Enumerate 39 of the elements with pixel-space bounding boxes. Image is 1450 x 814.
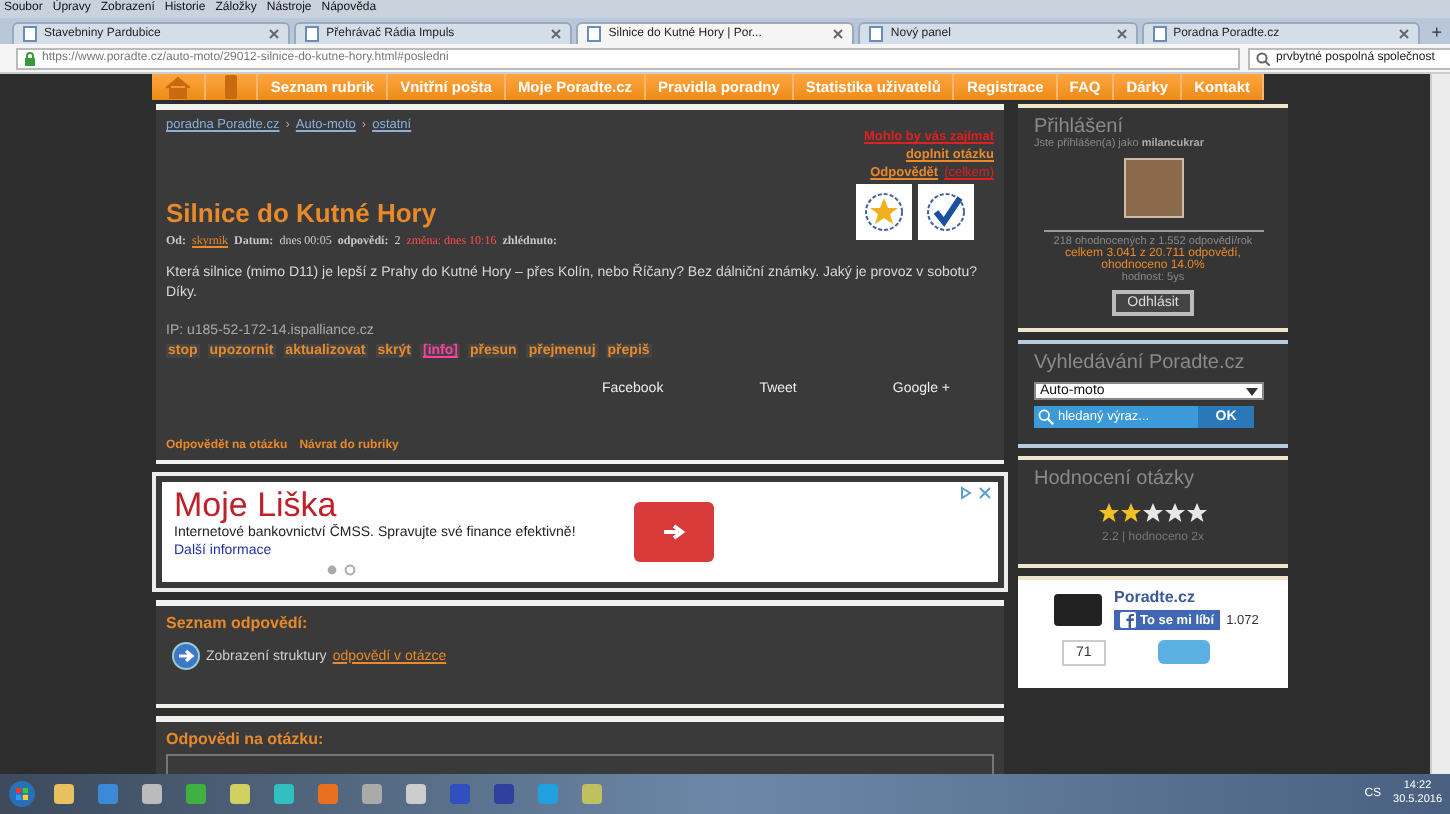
avatar-placeholder (1123, 158, 1183, 218)
phone-icon (224, 74, 239, 100)
arrow-right-icon (662, 522, 686, 542)
close-icon (1397, 28, 1410, 40)
search-icon (1256, 51, 1270, 65)
share-button[interactable] (1157, 640, 1210, 664)
lock-icon (24, 51, 36, 65)
panel-heading: Vyhledávání Poradte.cz (1034, 352, 1245, 374)
checkmark-icon (924, 190, 968, 234)
pager-dots-icon (326, 564, 358, 576)
page-name-link[interactable]: Poradte.cz (1114, 588, 1259, 606)
new-tab-button[interactable]: + (1423, 22, 1450, 44)
watch-button[interactable] (918, 184, 974, 240)
ad-choices-icon (960, 486, 992, 500)
close-icon (268, 28, 281, 40)
ad-title: Moje Liška (174, 488, 337, 524)
ad-arrow-button[interactable] (634, 502, 714, 562)
scrollbar[interactable] (1430, 74, 1450, 774)
star-icon (1186, 502, 1208, 524)
panel-heading: Přihlášení (1034, 116, 1123, 138)
star-icon (1098, 502, 1120, 524)
star-icon (1120, 502, 1142, 524)
house-icon (163, 75, 192, 99)
search-icon (1038, 408, 1054, 426)
favorite-button[interactable] (856, 184, 912, 240)
panel-heading: Hodnocení otázky (1034, 468, 1195, 490)
close-icon (1115, 28, 1128, 40)
close-icon (550, 28, 563, 40)
arrow-circle-icon (172, 642, 200, 670)
star-icon (1164, 502, 1186, 524)
panel-heading: Odpovědi na otázku: (166, 730, 326, 748)
panel-heading: Seznam odpovědí: (166, 614, 310, 632)
question-title: Silnice do Kutné Hory (166, 198, 437, 228)
page-logo (1054, 594, 1102, 626)
star-icon (1142, 502, 1164, 524)
close-icon (832, 28, 845, 40)
windows-logo-icon (8, 780, 36, 808)
dropdown-arrow-icon (1246, 387, 1258, 395)
facebook-icon (1120, 612, 1136, 628)
